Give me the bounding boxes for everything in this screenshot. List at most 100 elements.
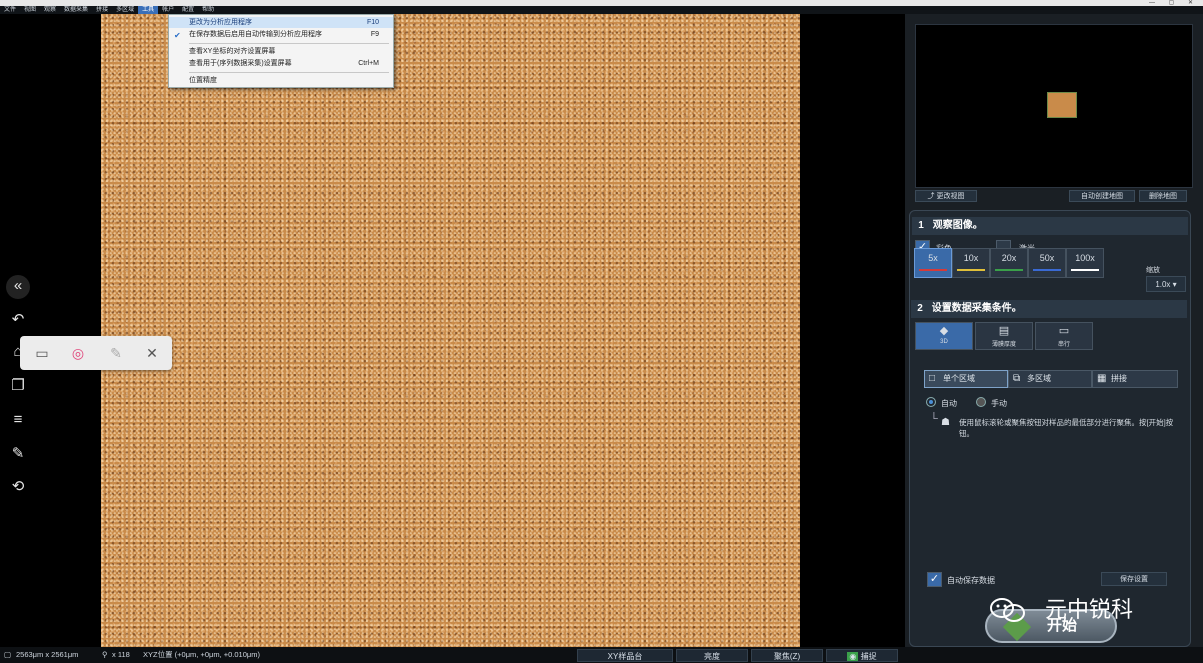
menu-config[interactable]: 配置 — [178, 6, 198, 14]
menu-item-auto-transfer[interactable]: ✔ 在保存数据后启用自动传输到分析应用程序 F9 — [169, 29, 393, 40]
menu-tools[interactable]: 工具 — [138, 6, 159, 14]
manual-radio[interactable] — [976, 397, 986, 407]
save-settings-button[interactable]: 保存设置 — [1101, 572, 1167, 586]
tools-dropdown: 更改为分析应用程序 F10 ✔ 在保存数据后启用自动传输到分析应用程序 F9 查… — [168, 14, 394, 88]
mouse-icon: ☗ — [941, 417, 950, 428]
xyz-position: XYZ位置 (+0μm, +0μm, +0.010μm) — [143, 650, 260, 659]
menu-bar: 文件 视图 观察 数据采集 拼接 多区域 工具 帐户 配置 帮助 — [0, 6, 1203, 14]
back-icon[interactable]: ↶ — [4, 309, 32, 331]
delete-map-button[interactable]: 删除地图 — [1139, 190, 1187, 202]
menu-item-label: 在保存数据后启用自动传输到分析应用程序 — [189, 31, 322, 38]
status-bar: ▢ 2563μm x 2561μm ⚲ x 118 XYZ位置 (+0μm, +… — [0, 647, 1203, 663]
menu-item-sequence[interactable]: 查看用于(序列数据采集)设置屏幕 Ctrl+M — [169, 58, 393, 69]
auto-label: 自动 — [941, 399, 957, 408]
map-thumbnail[interactable] — [1047, 92, 1077, 118]
collapse-icon[interactable]: « — [6, 275, 30, 299]
menu-multi-area[interactable]: 多区域 — [112, 6, 138, 14]
lens-color-bar — [1033, 269, 1061, 271]
menu-item-label: 更改为分析应用程序 — [189, 19, 252, 26]
lens-label: 20x — [1001, 253, 1017, 263]
step-title: 观察图像。 — [932, 220, 983, 231]
watermark-text: 元中锐科 — [1045, 598, 1134, 623]
area-single[interactable]: □ 单个区域 — [924, 370, 1008, 388]
wechat-icon — [990, 598, 1025, 622]
lens-10x[interactable]: 10x — [952, 248, 990, 278]
menu-item-switch-analysis[interactable]: 更改为分析应用程序 F10 — [169, 17, 393, 28]
menu-item-label: 查看XY坐标的对齐设置屏幕 — [189, 48, 276, 55]
area-label: 多区域 — [1027, 374, 1051, 383]
cube-icon: ◆ — [939, 325, 949, 337]
lens-color-bar — [957, 269, 985, 271]
lens-label: 100x — [1075, 253, 1095, 263]
step-number: 2 — [917, 303, 923, 314]
menu-help[interactable]: 帮助 — [198, 6, 218, 14]
area-stitch[interactable]: ▦ 拼接 — [1092, 370, 1178, 388]
mode-label: 串行 — [1057, 342, 1070, 348]
mode-label: 3D — [940, 339, 948, 345]
app-window: — ▢ ✕ 文件 视图 观察 数据采集 拼接 多区域 工具 帐户 配置 帮助 更… — [0, 0, 1203, 663]
rotate-icon[interactable]: ⟲ — [4, 476, 32, 498]
copy-icon[interactable]: ❐ — [4, 375, 32, 397]
shortcut-label: Ctrl+M — [358, 60, 379, 67]
lens-color-bar — [1071, 269, 1099, 271]
area-multi[interactable]: ⧉ 多区域 — [1008, 370, 1092, 388]
auto-radio[interactable] — [926, 397, 936, 407]
recorder-bar: ▭ ◎ ✎ ✕ — [20, 336, 172, 370]
step-title: 设置数据采集条件。 — [931, 303, 1022, 314]
zoom-select[interactable]: 1.0x ▾ — [1146, 276, 1186, 292]
film-icon: ▤ — [998, 325, 1010, 337]
lens-20x[interactable]: 20x — [990, 248, 1028, 278]
grid-icon: ▦ — [1097, 373, 1107, 384]
lens-5x[interactable]: 5x — [914, 248, 952, 278]
area-label: 单个区域 — [943, 374, 975, 383]
lens-color-bar — [919, 269, 947, 271]
step2-header: 2 设置数据采集条件。 — [911, 300, 1187, 318]
menu-item-label: 位置精度 — [189, 77, 217, 84]
change-view-button[interactable]: ⤴ 更改视图 — [915, 190, 977, 202]
sample-image[interactable] — [101, 14, 800, 647]
change-view-label: 更改视图 — [936, 193, 965, 200]
menu-view[interactable]: 视图 — [20, 6, 40, 14]
autosave-label: 自动保存数据 — [947, 576, 995, 585]
record-icon[interactable]: ◎ — [68, 343, 88, 363]
capture-button[interactable]: ◉ 捕捉 — [826, 649, 898, 662]
lens-50x[interactable]: 50x — [1028, 248, 1066, 278]
menu-stitch[interactable]: 拼接 — [92, 6, 112, 14]
menu-item-label: 查看用于(序列数据采集)设置屏幕 — [189, 60, 292, 67]
lens-100x[interactable]: 100x — [1066, 248, 1104, 278]
menu-acquire[interactable]: 数据采集 — [60, 6, 92, 14]
menu-item-xy-alignment[interactable]: 查看XY坐标的对齐设置屏幕 — [169, 46, 393, 57]
menu-account[interactable]: 帐户 — [158, 6, 178, 14]
multi-area-icon: ⧉ — [1013, 373, 1021, 384]
focus-z-button[interactable]: 聚焦(Z) — [751, 649, 823, 662]
check-icon: ✔ — [174, 31, 181, 40]
square-icon: □ — [929, 373, 936, 384]
camera-icon[interactable]: ▭ — [32, 343, 52, 363]
magnification: x 118 — [112, 650, 130, 659]
lens-label: 5x — [928, 253, 938, 263]
serial-icon: ▭ — [1058, 325, 1070, 337]
pen-icon[interactable]: ✎ — [4, 443, 32, 465]
menu-item-position-accuracy[interactable]: 位置精度 — [169, 75, 393, 86]
mode-label: 薄膜厚度 — [991, 342, 1016, 348]
mode-film-thickness[interactable]: ▤ 薄膜厚度 — [975, 322, 1033, 350]
menu-observe[interactable]: 观察 — [40, 6, 60, 14]
mode-serial[interactable]: ▭ 串行 — [1035, 322, 1093, 350]
brightness-button[interactable]: 亮度 — [676, 649, 748, 662]
lens-label: 10x — [963, 253, 979, 263]
autosave-checkbox[interactable]: ✓ — [927, 572, 942, 587]
step1-header: 1 观察图像。 — [912, 217, 1188, 235]
auto-create-map-button[interactable]: 自动创建地图 — [1069, 190, 1135, 202]
navigation-map[interactable] — [915, 24, 1193, 188]
list-icon[interactable]: ≡ — [4, 409, 32, 431]
tree-branch-icon: └ — [930, 413, 938, 425]
focus-description: 使用鼠标滚轮或聚焦按钮对样品的最低部分进行聚焦。按[开始]按钮。 — [959, 418, 1174, 438]
menu-file[interactable]: 文件 — [0, 6, 20, 14]
shortcut-label: F9 — [370, 31, 379, 38]
menu-separator — [189, 72, 389, 73]
mode-3d[interactable]: ◆ 3D — [915, 322, 973, 350]
xy-stage-button[interactable]: XY样品台 — [577, 649, 673, 662]
mic-icon[interactable]: ✎ — [106, 343, 126, 363]
close-icon[interactable]: ✕ — [142, 343, 162, 363]
magnifier-icon: ⚲ — [102, 650, 108, 659]
